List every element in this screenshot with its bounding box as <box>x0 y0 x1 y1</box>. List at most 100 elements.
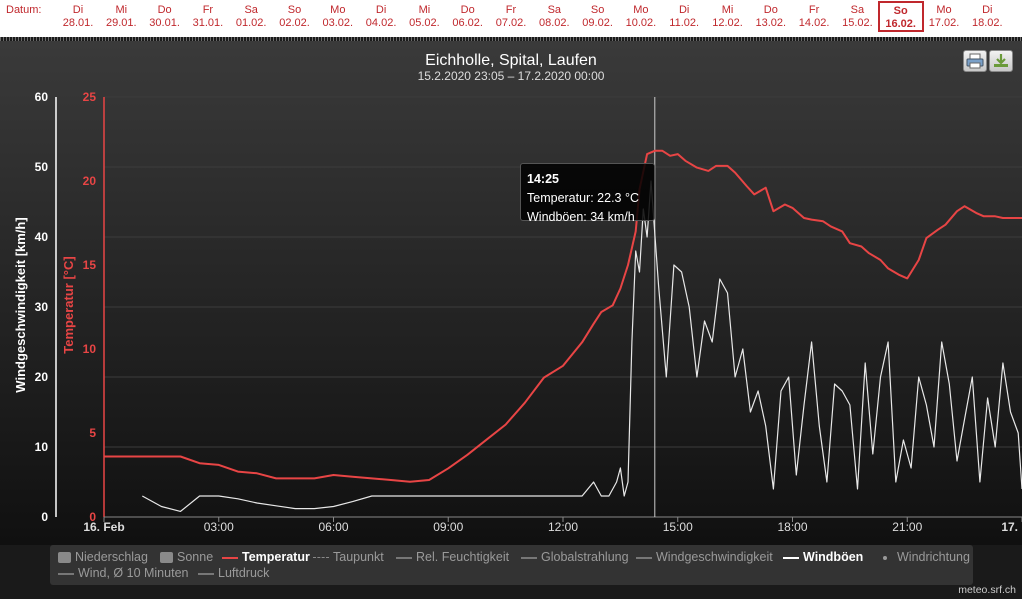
legend-marker <box>783 556 799 559</box>
day-weekday: So <box>287 4 302 16</box>
day-date: 18.02. <box>972 17 1003 29</box>
day-weekday: Fr <box>505 4 517 16</box>
day-29-01[interactable]: Mi 29.01. <box>98 4 144 30</box>
day-15-02[interactable]: Sa 15.02. <box>834 4 880 30</box>
day-weekday: Do <box>460 4 475 16</box>
legend-item-windrichtung[interactable]: Windrichtung <box>877 550 970 564</box>
day-weekday: Mi <box>418 4 431 16</box>
day-date: 03.02. <box>322 17 354 29</box>
date-label: Datum: <box>6 4 42 16</box>
day-07-02[interactable]: Fr 07.02. <box>488 4 534 30</box>
legend-item-windböen[interactable]: Windböen <box>783 550 863 564</box>
day-date: 29.01. <box>106 17 137 29</box>
day-18-02[interactable]: Di 18.02. <box>964 4 1010 30</box>
day-date: 15.02. <box>842 17 873 29</box>
day-08-02[interactable]: Sa 08.02. <box>531 4 577 30</box>
legend-item-temperatur[interactable]: Temperatur <box>222 550 310 564</box>
day-11-02[interactable]: Di 11.02. <box>661 4 707 30</box>
day-weekday: Do <box>763 4 778 16</box>
day-31-01[interactable]: Fr 31.01. <box>185 4 231 30</box>
legend-label: Windrichtung <box>897 550 970 564</box>
day-17-02[interactable]: Mo 17.02. <box>921 4 967 30</box>
legend-item-niederschlag[interactable]: Niederschlag <box>58 550 148 564</box>
day-06-02[interactable]: Do 06.02. <box>445 4 491 30</box>
wind-tick-label: 20 <box>35 370 49 384</box>
day-weekday: Di <box>982 4 993 16</box>
day-01-02[interactable]: Sa 01.02. <box>228 4 274 30</box>
legend-label: Niederschlag <box>75 550 148 564</box>
day-weekday: Di <box>375 4 387 16</box>
y-axis-label-temperature: Temperatur [°C] <box>61 256 76 353</box>
wind-tick-label: 40 <box>35 230 49 244</box>
day-date: 17.02. <box>928 17 960 29</box>
day-date: 12.02. <box>712 17 743 29</box>
wind-tick-label: 30 <box>35 300 49 314</box>
day-weekday: Di <box>72 4 84 16</box>
tooltip: 14:25 Temperatur: 22.3 °C Windböen: 34 k… <box>520 163 655 224</box>
legend-item-sonne[interactable]: Sonne <box>160 550 213 564</box>
source-credit: meteo.srf.ch <box>958 584 1016 596</box>
download-button[interactable] <box>989 50 1013 72</box>
day-date: 14.02. <box>798 17 830 29</box>
legend-marker <box>313 557 329 559</box>
legend-item-globalstrahlung[interactable]: Globalstrahlung <box>521 550 629 564</box>
day-13-02[interactable]: Do 13.02. <box>748 4 794 30</box>
chart-subtitle: 15.2.2020 23:05 – 17.2.2020 00:00 <box>418 69 605 83</box>
day-weekday: Mi <box>115 4 128 16</box>
day-date: 02.02. <box>279 17 310 29</box>
day-09-02[interactable]: So 09.02. <box>575 4 621 30</box>
legend-label: Wind, Ø 10 Minuten <box>78 566 189 580</box>
x-tick-label: 03:00 <box>204 520 234 534</box>
day-date: 08.02. <box>539 17 570 29</box>
day-date: 01.02. <box>235 17 267 29</box>
legend-item-taupunkt[interactable]: Taupunkt <box>313 550 384 564</box>
day-weekday: Fr <box>808 4 820 16</box>
day-weekday: Sa <box>244 4 258 16</box>
legend-label: Windböen <box>803 550 864 564</box>
x-tick-label: 15:00 <box>663 520 693 534</box>
day-date: 16.02. <box>885 18 916 30</box>
day-16-02[interactable]: So 16.02. <box>877 1 924 32</box>
day-weekday: So <box>590 4 605 16</box>
print-button[interactable] <box>963 50 987 72</box>
wind-tick-label: 10 <box>35 440 49 454</box>
legend-marker <box>58 572 74 575</box>
day-30-01[interactable]: Do 30.01. <box>142 4 188 30</box>
legend-label: Temperatur <box>242 550 310 564</box>
day-03-02[interactable]: Mo 03.02. <box>315 4 361 30</box>
legend-marker <box>396 556 412 559</box>
legend-label: Taupunkt <box>333 550 384 564</box>
day-10-02[interactable]: Mo 10.02. <box>618 4 664 30</box>
chart-title: Eichholle, Spital, Laufen <box>425 52 597 69</box>
legend-label: Windgeschwindigkeit <box>656 550 773 564</box>
x-tick-label: 09:00 <box>433 520 463 534</box>
day-date: 31.01. <box>192 17 224 29</box>
day-weekday: Fr <box>202 4 214 16</box>
tooltip-gusts: Windböen: 34 km/h <box>527 210 635 224</box>
legend-item-rel-feuchtigkeit[interactable]: Rel. Feuchtigkeit <box>396 550 509 564</box>
temperature-tick-label: 10 <box>83 342 97 356</box>
day-14-02[interactable]: Fr 14.02. <box>791 4 837 30</box>
day-date: 06.02. <box>452 17 483 29</box>
legend-marker <box>198 572 214 575</box>
day-weekday: Mo <box>633 4 649 16</box>
day-28-01[interactable]: Di 28.01. <box>55 4 101 30</box>
day-02-02[interactable]: So 02.02. <box>272 4 318 30</box>
date-navigation-bar: Datum: Di 28.01. Mi 29.01. Do 30.01. Fr 31.01. S… <box>0 0 1022 37</box>
legend-item-wind-10-minuten[interactable]: Wind, Ø 10 Minuten <box>58 566 188 580</box>
day-05-02[interactable]: Mi 05.02. <box>401 4 447 30</box>
tooltip-time: 14:25 <box>527 172 559 186</box>
tooltip-temperature: Temperatur: 22.3 °C <box>527 191 639 205</box>
day-04-02[interactable]: Di 04.02. <box>358 4 404 30</box>
day-date: 30.01. <box>149 17 180 29</box>
printer-icon <box>966 53 984 69</box>
legend-item-luftdruck[interactable]: Luftdruck <box>198 566 269 580</box>
x-tick-label: 17. Feb <box>1001 520 1022 534</box>
day-weekday: Mo <box>936 4 952 16</box>
y-axis-label-wind: Windgeschwindigkeit [km/h] <box>13 217 28 392</box>
temperature-tick-label: 5 <box>89 426 96 440</box>
legend-item-windgeschwindigkeit[interactable]: Windgeschwindigkeit <box>636 550 773 564</box>
day-12-02[interactable]: Mi 12.02. <box>705 4 751 30</box>
day-weekday: Di <box>678 4 690 16</box>
legend-label: Globalstrahlung <box>541 550 629 564</box>
